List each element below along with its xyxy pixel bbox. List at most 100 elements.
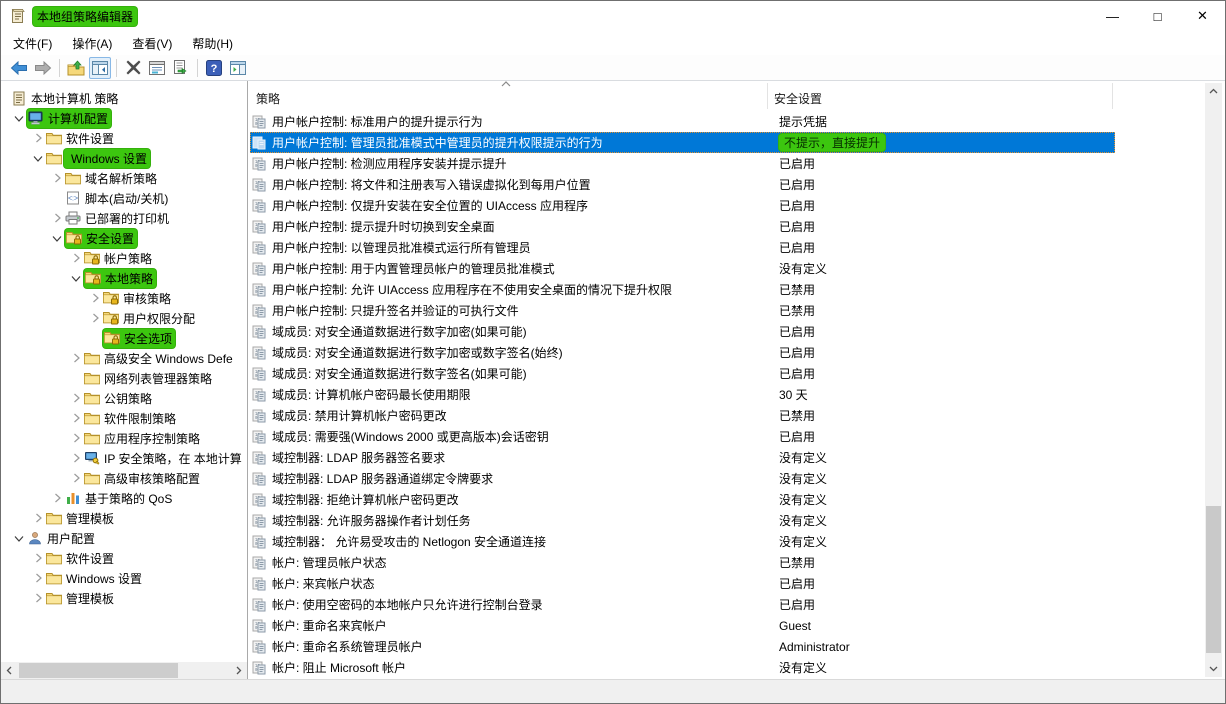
tree-item[interactable]: 软件限制策略 xyxy=(1,408,247,428)
chevron-collapsed-icon[interactable] xyxy=(49,210,65,226)
tree-item[interactable]: 应用程序控制策略 xyxy=(1,428,247,448)
chevron-expanded-icon[interactable] xyxy=(30,150,46,166)
policy-row[interactable]: 1001 用户帐户控制: 将文件和注册表写入错误虚拟化到每用户位置 已启用 xyxy=(250,174,1115,195)
tree-item[interactable]: IP 安全策略，在 本地计算 xyxy=(1,448,247,468)
policy-row[interactable]: 1001 域成员: 禁用计算机帐户密码更改 已禁用 xyxy=(250,405,1115,426)
tree-horizontal-scrollbar[interactable] xyxy=(1,662,247,679)
chevron-collapsed-icon[interactable] xyxy=(30,590,46,606)
chevron-collapsed-icon[interactable] xyxy=(30,130,46,146)
tree-item[interactable]: Windows 设置 xyxy=(1,568,247,588)
scroll-right-icon[interactable] xyxy=(230,662,247,679)
policy-row[interactable]: 1001 域成员: 对安全通道数据进行数字签名(如果可能) 已启用 xyxy=(250,363,1115,384)
scroll-up-icon[interactable] xyxy=(1205,83,1222,100)
close-button[interactable]: ✕ xyxy=(1180,1,1225,31)
policy-row[interactable]: 1001 域控制器： 允许易受攻击的 Netlogon 安全通道连接 没有定义 xyxy=(250,531,1115,552)
tree-item[interactable]: 审核策略 xyxy=(1,288,247,308)
column-header-setting[interactable]: 安全设置 xyxy=(768,83,1113,109)
tree-item[interactable]: 本地策略 xyxy=(1,268,247,288)
policy-row[interactable]: 1001 用户帐户控制: 用于内置管理员帐户的管理员批准模式 没有定义 xyxy=(250,258,1115,279)
policy-row[interactable]: 1001 域控制器: 允许服务器操作者计划任务 没有定义 xyxy=(250,510,1115,531)
chevron-expanded-icon[interactable] xyxy=(49,230,65,246)
properties-button[interactable] xyxy=(146,57,168,79)
tree-item[interactable]: 公钥策略 xyxy=(1,388,247,408)
tree-item[interactable]: 基于策略的 QoS xyxy=(1,488,247,508)
back-button[interactable] xyxy=(8,57,30,79)
policy-row[interactable]: 1001 用户帐户控制: 以管理员批准模式运行所有管理员 已启用 xyxy=(250,237,1115,258)
show-console-tree-button[interactable] xyxy=(89,56,111,79)
policy-row[interactable]: 1001 域控制器: 拒绝计算机帐户密码更改 没有定义 xyxy=(250,489,1115,510)
list-vertical-scrollbar[interactable] xyxy=(1205,83,1222,677)
tree-item[interactable]: 域名解析策略 xyxy=(1,168,247,188)
chevron-expanded-icon[interactable] xyxy=(11,530,27,546)
tree-item[interactable]: 高级审核策略配置 xyxy=(1,468,247,488)
policy-row[interactable]: 1001 帐户: 使用空密码的本地帐户只允许进行控制台登录 已启用 xyxy=(250,594,1115,615)
minimize-button[interactable]: — xyxy=(1090,1,1135,31)
maximize-button[interactable]: □ xyxy=(1135,1,1180,31)
show-action-pane-button[interactable] xyxy=(227,57,249,79)
chevron-collapsed-icon[interactable] xyxy=(68,250,84,266)
policy-row[interactable]: 1001 用户帐户控制: 只提升签名并验证的可执行文件 已禁用 xyxy=(250,300,1115,321)
chevron-collapsed-icon[interactable] xyxy=(68,450,84,466)
chevron-collapsed-icon[interactable] xyxy=(87,310,103,326)
tree-item[interactable]: 软件设置 xyxy=(1,548,247,568)
export-list-button[interactable] xyxy=(170,57,192,79)
list-scrollbar-thumb[interactable] xyxy=(1206,506,1221,653)
chevron-collapsed-icon[interactable] xyxy=(68,350,84,366)
policy-row[interactable]: 1001 用户帐户控制: 允许 UIAccess 应用程序在不使用安全桌面的情况下… xyxy=(250,279,1115,300)
tree-item[interactable]: 管理模板 xyxy=(1,588,247,608)
delete-button[interactable] xyxy=(122,57,144,79)
chevron-collapsed-icon[interactable] xyxy=(68,470,84,486)
menu-file[interactable]: 文件(F) xyxy=(5,32,60,55)
column-header-policy[interactable]: 策略 xyxy=(250,83,768,109)
tree-item[interactable]: 软件设置 xyxy=(1,128,247,148)
tree-item[interactable]: 管理模板 xyxy=(1,508,247,528)
tree-item[interactable]: 高级安全 Windows Defe xyxy=(1,348,247,368)
help-button[interactable]: ? xyxy=(203,57,225,79)
chevron-collapsed-icon[interactable] xyxy=(68,430,84,446)
chevron-collapsed-icon[interactable] xyxy=(49,170,65,186)
tree-scrollbar-thumb[interactable] xyxy=(19,663,178,678)
scroll-left-icon[interactable] xyxy=(1,662,18,679)
policy-row[interactable]: 1001 帐户: 阻止 Microsoft 帐户 没有定义 xyxy=(250,657,1115,678)
tree-item[interactable]: 安全选项 xyxy=(1,328,247,348)
chevron-collapsed-icon[interactable] xyxy=(30,570,46,586)
policy-row[interactable]: 1001 域成员: 对安全通道数据进行数字加密或数字签名(始终) 已启用 xyxy=(250,342,1115,363)
policy-row[interactable]: 1001 帐户: 重命名来宾帐户 Guest xyxy=(250,615,1115,636)
tree-item[interactable]: 已部署的打印机 xyxy=(1,208,247,228)
forward-button[interactable] xyxy=(32,57,54,79)
menu-view[interactable]: 查看(V) xyxy=(124,32,180,55)
scroll-down-icon[interactable] xyxy=(1205,660,1222,677)
policy-row[interactable]: 1001 域成员: 对安全通道数据进行数字加密(如果可能) 已启用 xyxy=(250,321,1115,342)
chevron-expanded-icon[interactable] xyxy=(11,110,27,126)
menu-help[interactable]: 帮助(H) xyxy=(184,32,241,55)
tree-item[interactable]: Windows 设置 xyxy=(1,148,247,168)
tree-item[interactable]: <:> 脚本(启动/关机) xyxy=(1,188,247,208)
policy-row[interactable]: 1001 域控制器: LDAP 服务器签名要求 没有定义 xyxy=(250,447,1115,468)
tree-item[interactable]: 安全设置 xyxy=(1,228,247,248)
menu-action[interactable]: 操作(A) xyxy=(64,32,120,55)
chevron-collapsed-icon[interactable] xyxy=(68,390,84,406)
policy-row[interactable]: 1001 域成员: 需要强(Windows 2000 或更高版本)会话密钥 已启用 xyxy=(250,426,1115,447)
tree-item[interactable]: 网络列表管理器策略 xyxy=(1,368,247,388)
tree-item[interactable]: 帐户策略 xyxy=(1,248,247,268)
chevron-collapsed-icon[interactable] xyxy=(68,410,84,426)
up-one-level-button[interactable] xyxy=(65,57,87,79)
chevron-expanded-icon[interactable] xyxy=(68,270,84,286)
policy-row[interactable]: 1001 用户帐户控制: 仅提升安装在安全位置的 UIAccess 应用程序 已启用 xyxy=(250,195,1115,216)
chevron-collapsed-icon[interactable] xyxy=(30,510,46,526)
tree-item[interactable]: 用户权限分配 xyxy=(1,308,247,328)
policy-row[interactable]: 1001 帐户: 重命名系统管理员帐户 Administrator xyxy=(250,636,1115,657)
policy-row[interactable]: 1001 用户帐户控制: 检测应用程序安装并提示提升 已启用 xyxy=(250,153,1115,174)
policy-row[interactable]: 1001 帐户: 来宾帐户状态 已启用 xyxy=(250,573,1115,594)
policy-row[interactable]: 1001 用户帐户控制: 提示提升时切换到安全桌面 已启用 xyxy=(250,216,1115,237)
policy-row[interactable]: 1001 用户帐户控制: 标准用户的提升提示行为 提示凭据 xyxy=(250,111,1115,132)
policy-row[interactable]: 1001 帐户: 管理员帐户状态 已禁用 xyxy=(250,552,1115,573)
chevron-collapsed-icon[interactable] xyxy=(87,290,103,306)
policy-row[interactable]: 1001 域成员: 计算机帐户密码最长使用期限 30 天 xyxy=(250,384,1115,405)
tree-item[interactable]: 用户配置 xyxy=(1,528,247,548)
chevron-collapsed-icon[interactable] xyxy=(49,490,65,506)
chevron-collapsed-icon[interactable] xyxy=(30,550,46,566)
tree-item[interactable]: 本地计算机 策略 xyxy=(1,88,247,108)
policy-row[interactable]: 用户帐户控制: 管理员批准模式中管理员的提升权限提示的行为 不提示，直接提升 xyxy=(250,132,1115,153)
policy-row[interactable]: 1001 域控制器: LDAP 服务器通道绑定令牌要求 没有定义 xyxy=(250,468,1115,489)
